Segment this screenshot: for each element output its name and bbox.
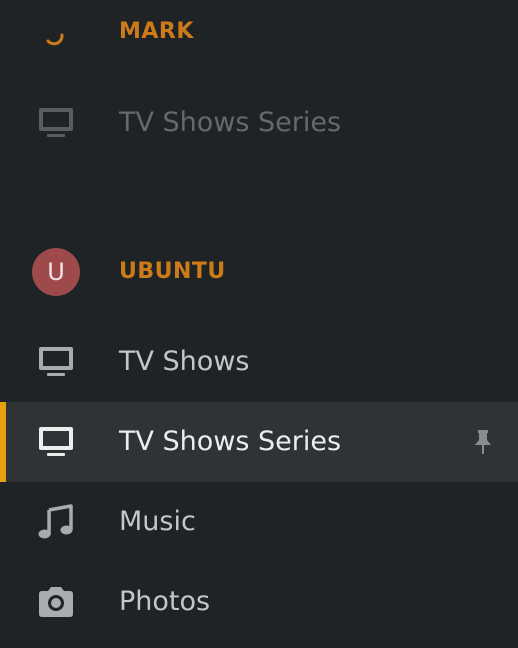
library-item-label: Photos bbox=[119, 586, 211, 617]
library-item-music[interactable]: Music bbox=[0, 482, 518, 562]
library-item-label: TV Shows bbox=[119, 346, 250, 377]
server-header-mark: MARK bbox=[0, 0, 518, 72]
server-header-ubuntu: UBUNTU bbox=[0, 232, 518, 312]
selected-indicator bbox=[0, 402, 6, 482]
library-item-label: Music bbox=[119, 506, 196, 537]
server-name: MARK bbox=[119, 19, 194, 44]
library-item-photos[interactable]: Photos bbox=[0, 562, 518, 642]
library-item-tv-shows[interactable]: TV Shows bbox=[0, 322, 518, 402]
library-item-tv-shows-series-selected[interactable]: TV Shows Series bbox=[0, 402, 518, 482]
tv-monitor-icon bbox=[36, 422, 76, 462]
library-item-label: TV Shows Series bbox=[119, 426, 342, 457]
library-item-tv-shows-series-unavailable[interactable]: TV Shows Series bbox=[0, 83, 518, 163]
pin-icon[interactable] bbox=[472, 428, 494, 456]
library-item-label: TV Shows Series bbox=[119, 107, 342, 138]
sidebar: MARK TV Shows Series U UBUNTU TV Shows T… bbox=[0, 0, 518, 648]
server-name: UBUNTU bbox=[119, 259, 226, 284]
tv-monitor-icon bbox=[36, 103, 76, 143]
tv-monitor-icon bbox=[36, 342, 76, 382]
camera-icon bbox=[36, 582, 76, 622]
loading-spinner-icon bbox=[36, 12, 76, 52]
music-note-icon bbox=[36, 502, 76, 542]
